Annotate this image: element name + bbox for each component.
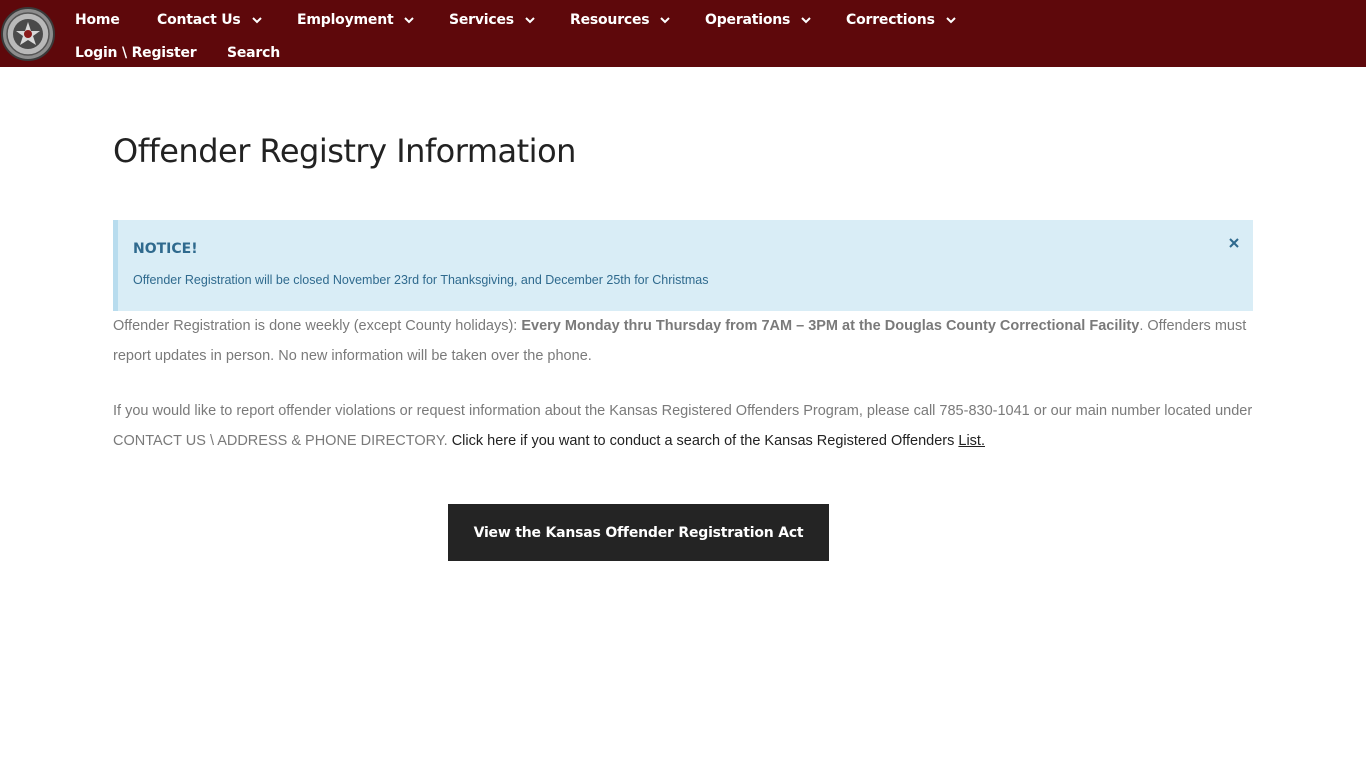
chevron-down-icon: [946, 17, 956, 24]
schedule-bold-text: Every Monday thru Thursday from 7AM – 3P…: [521, 318, 1140, 334]
search-prompt-text: Click here if you want to conduct a sear…: [451, 433, 959, 449]
chevron-down-icon: [404, 17, 415, 24]
nav-home[interactable]: Home: [75, 9, 120, 31]
nav-resources[interactable]: Resources: [570, 9, 671, 31]
nav-corrections[interactable]: Corrections: [846, 9, 957, 31]
nav-label: Services: [449, 12, 514, 28]
sheriff-badge-icon[interactable]: [1, 7, 55, 61]
nav-label: Search: [227, 45, 280, 61]
nav-search[interactable]: Search: [227, 42, 280, 64]
text-segment: Offender Registration is done weekly (ex…: [113, 318, 522, 334]
nav-contact-us[interactable]: Contact Us: [157, 9, 263, 31]
site-header: Home Contact Us Employment Services Reso…: [0, 0, 1366, 67]
nav-label: Corrections: [846, 12, 935, 28]
nav-label: Resources: [570, 12, 650, 28]
notice-alert: NOTICE! Offender Registration will be cl…: [113, 220, 1253, 311]
nav-label: Home: [75, 12, 120, 28]
nav-login-register[interactable]: Login \ Register: [75, 42, 197, 64]
chevron-down-icon: [525, 17, 535, 24]
offenders-list-link[interactable]: List.: [958, 433, 985, 449]
nav-label: Operations: [705, 12, 791, 28]
notice-title: NOTICE!: [133, 241, 198, 257]
nav-employment[interactable]: Employment: [297, 9, 415, 31]
chevron-down-icon: [801, 17, 811, 24]
nav-label: Login \ Register: [75, 45, 197, 61]
view-registration-act-button[interactable]: View the Kansas Offender Registration Ac…: [448, 504, 829, 561]
page-title: Offender Registry Information: [113, 132, 576, 170]
nav-operations[interactable]: Operations: [705, 9, 812, 31]
nav-label: Contact Us: [157, 12, 241, 28]
chevron-down-icon: [251, 17, 262, 24]
registration-schedule-text: Offender Registration is done weekly (ex…: [113, 311, 1258, 371]
chevron-down-icon: [660, 17, 671, 24]
notice-text: Offender Registration will be closed Nov…: [133, 273, 709, 287]
report-violations-text: If you would like to report offender vio…: [113, 396, 1258, 456]
nav-label: Employment: [297, 12, 394, 28]
nav-services[interactable]: Services: [449, 9, 536, 31]
close-icon[interactable]: [1227, 236, 1241, 250]
